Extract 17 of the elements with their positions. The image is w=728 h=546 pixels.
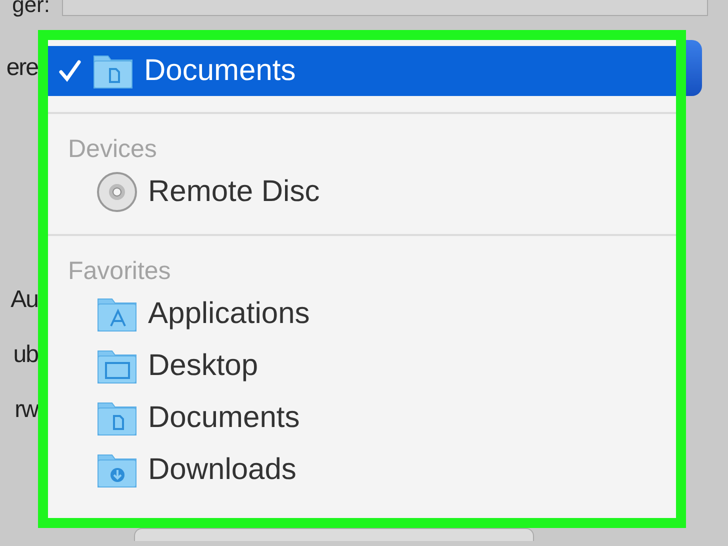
menu-item[interactable]: Applications	[48, 288, 676, 340]
form-label: Au	[10, 286, 38, 314]
form-label: ub	[13, 341, 38, 369]
popup-button[interactable]	[686, 40, 702, 96]
menu-item[interactable]: Remote Disc	[48, 166, 676, 218]
menu-item[interactable]: Desktop	[48, 340, 676, 392]
disc-icon	[96, 171, 138, 213]
menu-item[interactable]: Documents	[48, 392, 676, 444]
checkmark-icon	[58, 59, 82, 83]
form-label: ere	[6, 54, 38, 82]
menu-item[interactable]: Downloads	[48, 444, 676, 496]
menu-item[interactable]: Documents	[48, 46, 676, 96]
field-label: ger:	[11, 0, 50, 16]
section-header: Devices	[67, 134, 158, 165]
section-header: Favorites	[67, 256, 172, 287]
push-button[interactable]	[134, 528, 534, 541]
form-label: rw	[14, 396, 38, 424]
